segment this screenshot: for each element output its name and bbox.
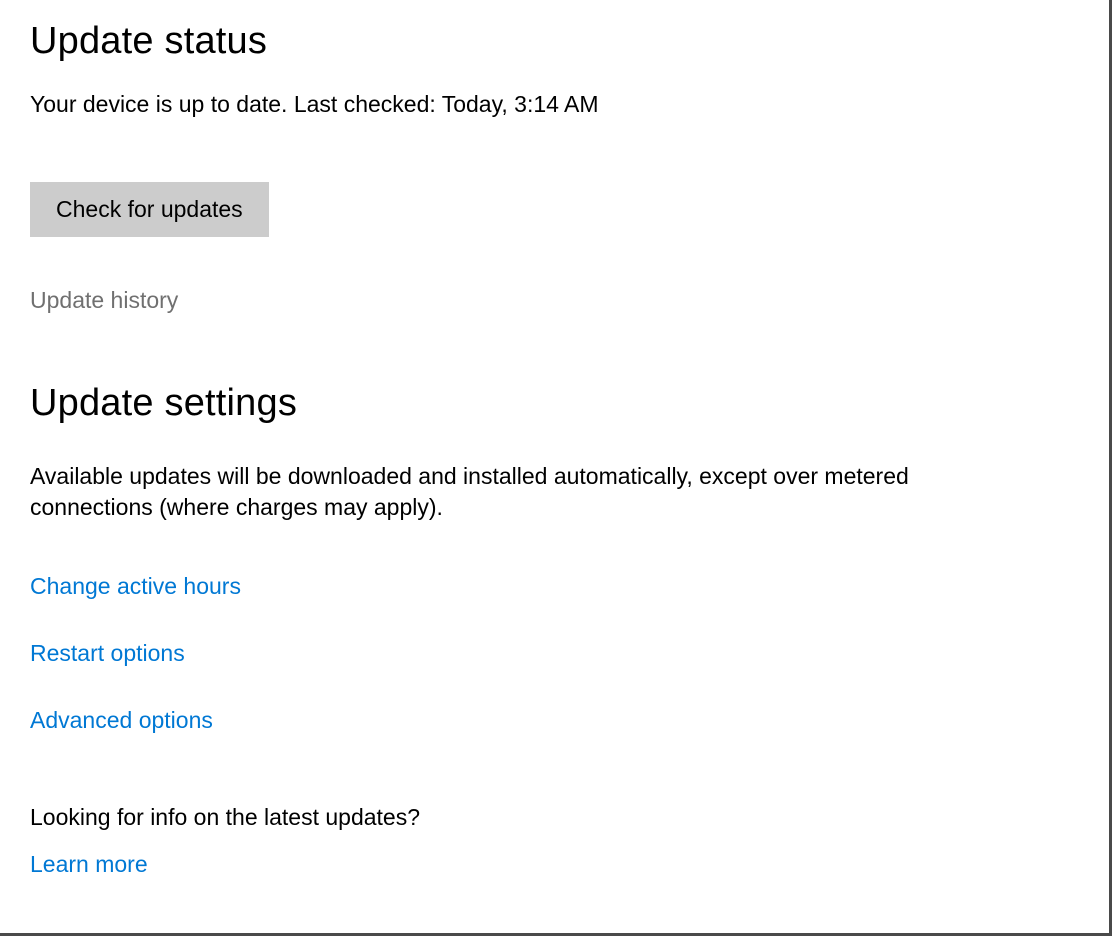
update-status-text: Your device is up to date. Last checked:… xyxy=(30,91,1079,118)
change-active-hours-link[interactable]: Change active hours xyxy=(30,573,241,600)
settings-page: Update status Your device is up to date.… xyxy=(0,0,1112,936)
check-for-updates-button[interactable]: Check for updates xyxy=(30,182,269,237)
update-settings-description: Available updates will be downloaded and… xyxy=(30,461,1030,523)
settings-link-list: Change active hours Restart options Adva… xyxy=(30,573,1079,734)
update-status-heading: Update status xyxy=(30,20,1079,63)
restart-options-link[interactable]: Restart options xyxy=(30,640,185,667)
advanced-options-link[interactable]: Advanced options xyxy=(30,707,213,734)
update-history-link[interactable]: Update history xyxy=(30,287,178,314)
update-settings-heading: Update settings xyxy=(30,382,1079,425)
learn-more-link[interactable]: Learn more xyxy=(30,851,148,878)
latest-updates-info-prompt: Looking for info on the latest updates? xyxy=(30,804,1079,831)
